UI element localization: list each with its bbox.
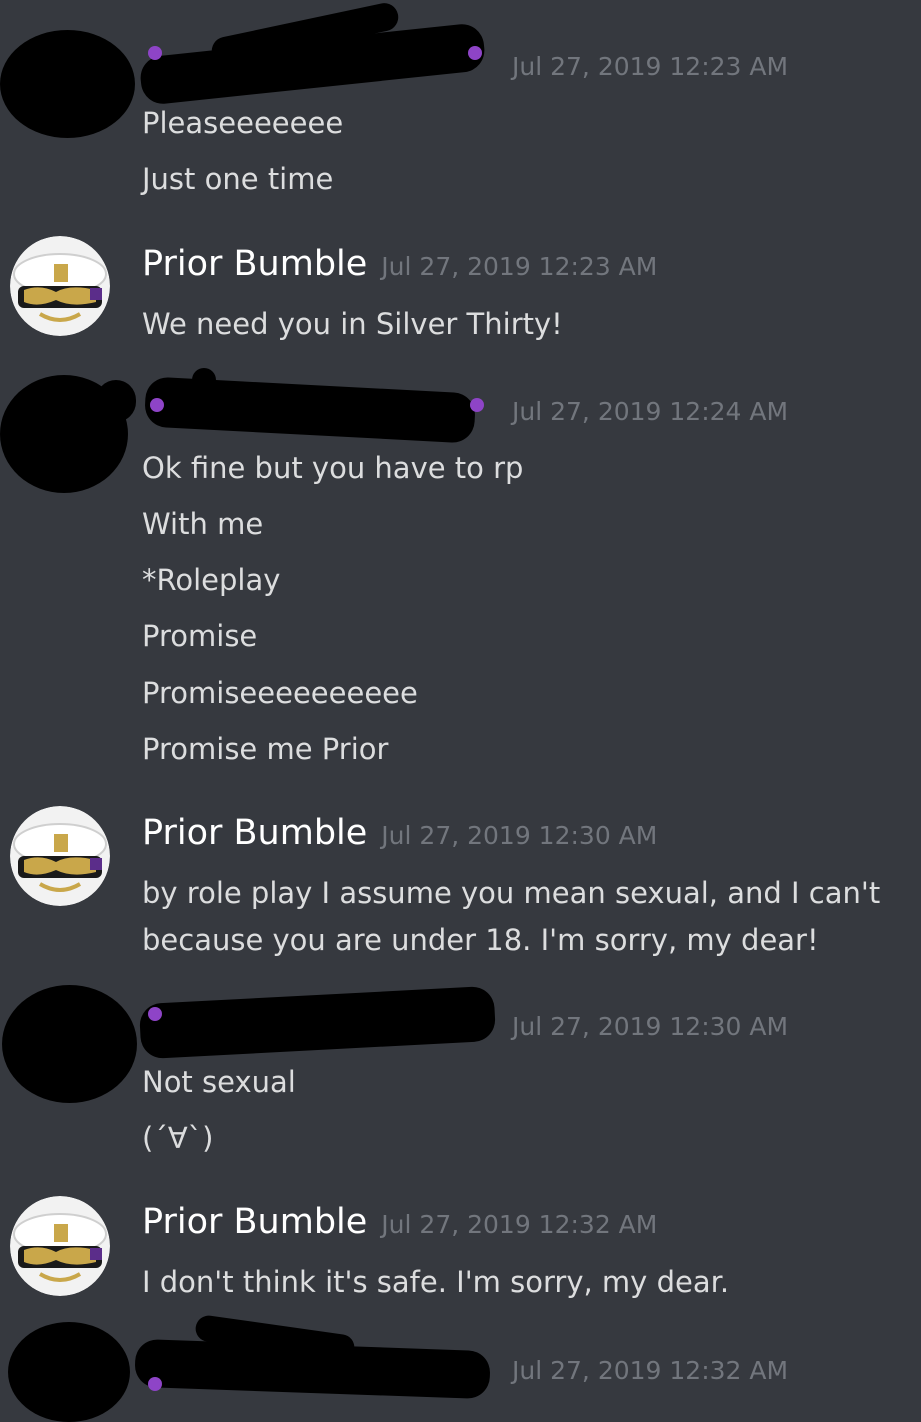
message-text: because you are under 18. I'm sorry, my … (142, 923, 819, 957)
role-badge-icon (148, 1377, 162, 1391)
message-text: Not sexual (142, 1065, 296, 1099)
message-text: Promiseeeeeeeeee (142, 676, 418, 710)
message-text: Just one time (142, 162, 334, 196)
role-badge-icon (148, 1007, 162, 1021)
role-badge-icon (148, 46, 162, 60)
naval-officer-cap-avatar-icon[interactable] (10, 1196, 110, 1296)
message-timestamp: Jul 27, 2019 12:32 AM (512, 1356, 789, 1385)
role-badge-icon (468, 46, 482, 60)
message-timestamp: Jul 27, 2019 12:23 AM (381, 252, 658, 281)
naval-officer-cap-avatar-icon[interactable] (10, 806, 110, 906)
message-text: by role play I assume you mean sexual, a… (142, 876, 881, 910)
role-badge-icon (470, 398, 484, 412)
message-text: We need you in Silver Thirty! (142, 307, 563, 341)
chat-log: Jul 27, 2019 12:23 AM Pleaseeeeeee Just … (0, 0, 921, 1422)
redaction-mark (96, 380, 136, 422)
message-text: Ok fine but you have to rp (142, 451, 524, 485)
message-text: Promise (142, 619, 258, 653)
redacted-avatar-icon[interactable] (0, 30, 135, 138)
username[interactable]: Prior Bumble (142, 813, 367, 853)
message-timestamp: Jul 27, 2019 12:24 AM (512, 397, 789, 426)
message-header: Prior Bumble Jul 27, 2019 12:30 AM (142, 813, 657, 857)
message-timestamp: Jul 27, 2019 12:23 AM (512, 52, 789, 81)
message-timestamp: Jul 27, 2019 12:30 AM (512, 1012, 789, 1041)
message-text: With me (142, 507, 264, 541)
role-badge-icon (150, 398, 164, 412)
message-header: Prior Bumble Jul 27, 2019 12:32 AM (142, 1202, 657, 1246)
message-timestamp: Jul 27, 2019 12:32 AM (381, 1210, 658, 1239)
redacted-avatar-icon[interactable] (8, 1322, 130, 1422)
message-timestamp: Jul 27, 2019 12:30 AM (381, 821, 658, 850)
redaction-mark (192, 368, 216, 392)
message-header: Prior Bumble Jul 27, 2019 12:23 AM (142, 244, 657, 288)
naval-officer-cap-avatar-icon[interactable] (10, 236, 110, 336)
redacted-avatar-icon[interactable] (2, 985, 137, 1103)
redacted-username[interactable] (138, 985, 497, 1060)
message-text: *Roleplay (142, 563, 281, 597)
message-text: I don't think it's safe. I'm sorry, my d… (142, 1265, 730, 1299)
username[interactable]: Prior Bumble (142, 1202, 367, 1242)
username[interactable]: Prior Bumble (142, 244, 367, 284)
message-text: (´∀`) (142, 1121, 214, 1155)
message-text: Pleaseeeeeee (142, 106, 344, 140)
message-text: Promise me Prior (142, 732, 389, 766)
